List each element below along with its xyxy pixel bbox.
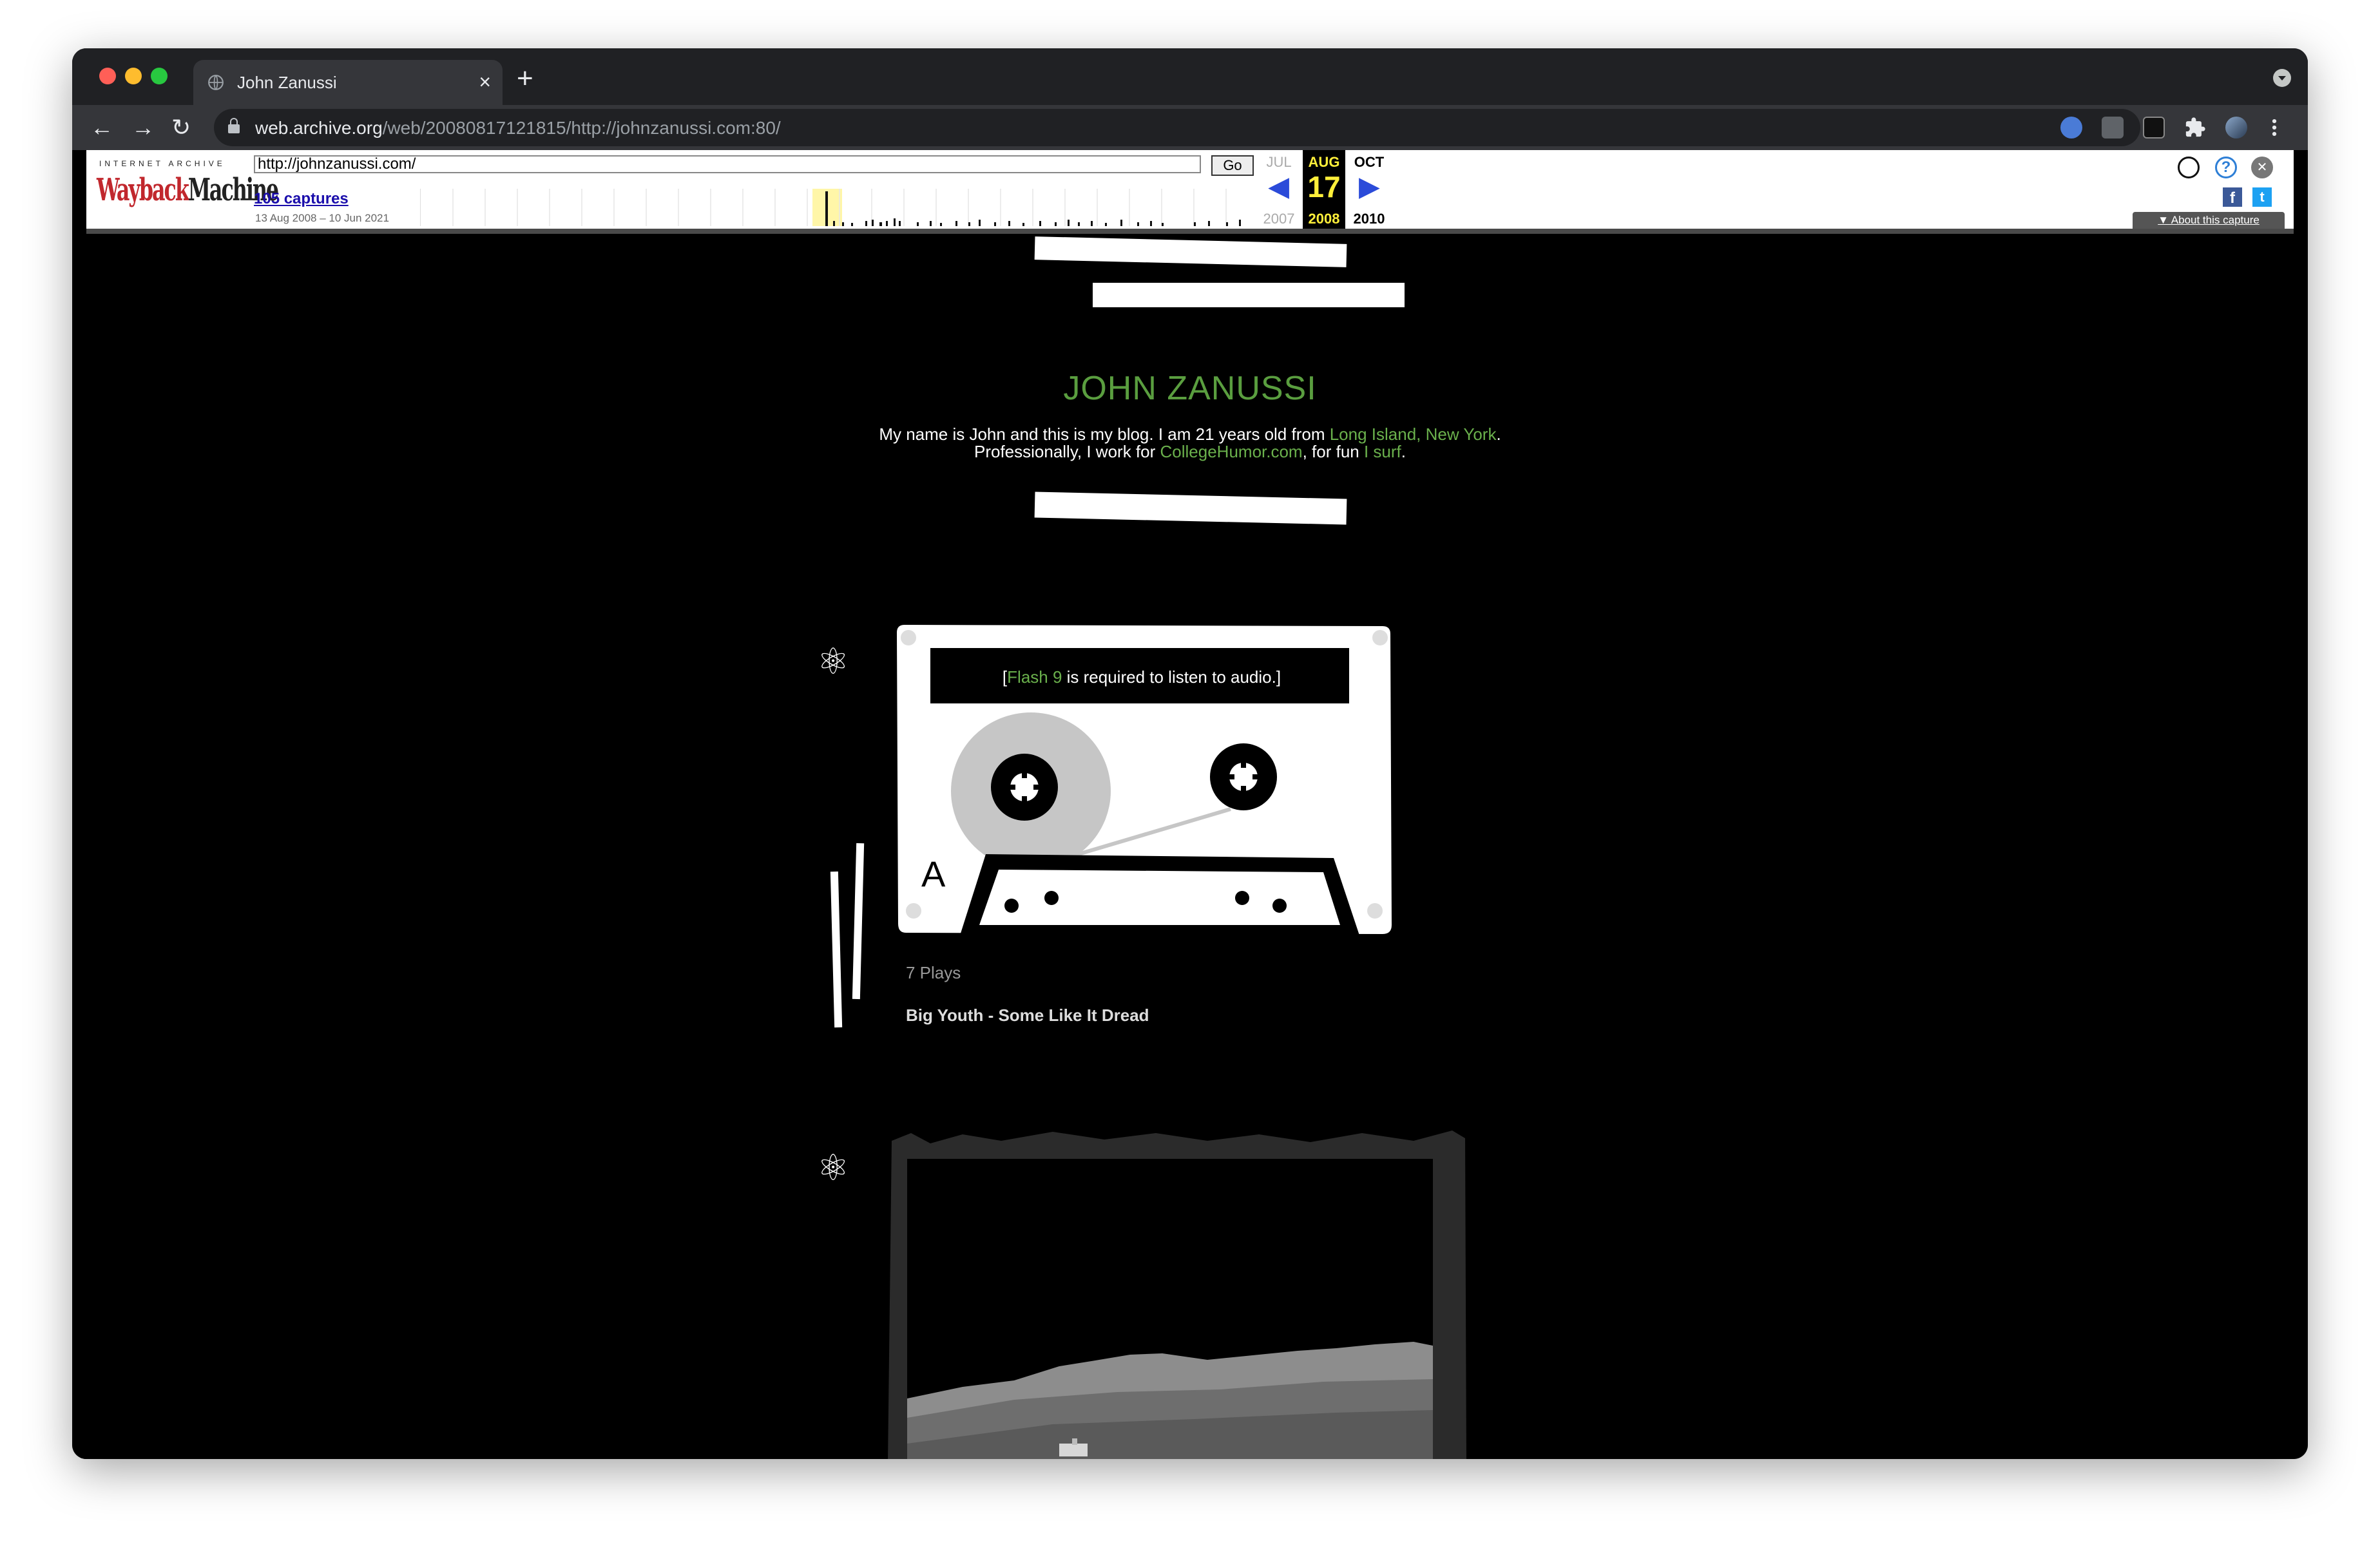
- extensions-puzzle-icon[interactable]: [2184, 117, 2206, 138]
- url-text: web.archive.org/web/20080817121815/http:…: [255, 118, 781, 138]
- photo-post[interactable]: [885, 1121, 1472, 1459]
- tab-close-icon[interactable]: ×: [479, 69, 491, 95]
- flash-link[interactable]: Flash 9: [1007, 667, 1062, 687]
- wayback-actions: ? ✕ f t ▼ About this capture: [2133, 150, 2287, 229]
- profile-avatar[interactable]: [2225, 117, 2247, 138]
- twitter-icon[interactable]: t: [2252, 187, 2272, 207]
- prev-month-column[interactable]: JUL ◀ 2007: [1258, 150, 1300, 229]
- current-day: 17: [1307, 170, 1341, 204]
- long-island-link[interactable]: Long Island, New York: [1330, 425, 1497, 444]
- tab-search-button[interactable]: [2273, 69, 2291, 87]
- next-capture-arrow-icon: ▶: [1359, 173, 1379, 201]
- extension-reader-icon[interactable]: [2102, 117, 2124, 138]
- blog-intro: My name is John and this is my blog. I a…: [879, 425, 1501, 461]
- month-navigator: JUL ◀ 2007 AUG 17 2008 OCT ▶ 2010: [1258, 150, 1399, 229]
- header-strip-2: [1093, 283, 1405, 307]
- side-label: A: [921, 854, 946, 894]
- atom-icon: ⚛: [817, 1147, 850, 1188]
- lock-icon: [228, 118, 240, 133]
- header-strip-3: [1034, 491, 1347, 525]
- capture-date-range: 13 Aug 2008 – 10 Jun 2021: [255, 212, 389, 224]
- collegehumor-link[interactable]: CollegeHumor.com: [1160, 442, 1303, 461]
- blog-title[interactable]: JOHN ZANUSSI: [72, 369, 2308, 408]
- forward-button[interactable]: →: [131, 111, 155, 144]
- browser-menu-icon[interactable]: [2270, 117, 2278, 138]
- back-button[interactable]: ←: [90, 111, 113, 144]
- wayback-logo[interactable]: WaybackMachine: [97, 172, 279, 208]
- post-strip-b: [852, 843, 865, 1000]
- play-count: 7 Plays: [906, 963, 961, 982]
- captures-link[interactable]: 105 captures: [254, 190, 349, 208]
- wayback-logo-caption: INTERNET ARCHIVE: [99, 159, 226, 168]
- reload-button[interactable]: ↻: [171, 111, 191, 144]
- blog-page: JOHN ZANUSSI My name is John and this is…: [72, 234, 2308, 1459]
- close-window-button[interactable]: [99, 68, 116, 84]
- browser-toolbar: ← → ↻ web.archive.org/web/20080817121815…: [72, 105, 2308, 150]
- maximize-window-button[interactable]: [151, 68, 168, 84]
- current-month-column: AUG 17 2008: [1303, 150, 1345, 229]
- wayback-go-button[interactable]: Go: [1211, 155, 1254, 176]
- help-icon[interactable]: ?: [2215, 157, 2237, 178]
- i-surf-link[interactable]: I surf: [1364, 442, 1401, 461]
- song-title[interactable]: Big Youth - Some Like It Dread: [906, 1006, 1149, 1026]
- cassette-player[interactable]: A [Flash 9 is required to listen to audi…: [896, 622, 1393, 935]
- browser-window: John Zanussi × + ← → ↻ web.archive.org/w…: [72, 48, 2308, 1459]
- atom-icon: ⚛: [817, 641, 850, 682]
- tab-bar: John Zanussi × +: [72, 48, 2308, 105]
- header-strip-1: [1034, 236, 1347, 267]
- wayback-toolbar: INTERNET ARCHIVE WaybackMachine http://j…: [86, 150, 2294, 234]
- next-month-column[interactable]: OCT ▶ 2010: [1348, 150, 1390, 229]
- tab-title: John Zanussi: [237, 73, 337, 92]
- close-toolbar-icon[interactable]: ✕: [2251, 157, 2273, 178]
- capture-sparkline[interactable]: [420, 189, 1253, 226]
- new-tab-button[interactable]: +: [517, 62, 533, 95]
- globe-icon: [208, 75, 224, 90]
- flash-notice: [Flash 9 is required to listen to audio.…: [1003, 667, 1281, 687]
- account-icon[interactable]: [2178, 157, 2200, 178]
- about-capture-button[interactable]: ▼ About this capture: [2133, 212, 2285, 229]
- minimize-window-button[interactable]: [125, 68, 142, 84]
- prev-capture-arrow-icon: ◀: [1269, 173, 1289, 201]
- extension-c-icon[interactable]: [2060, 117, 2082, 138]
- extension-f-icon[interactable]: [2143, 117, 2165, 138]
- facebook-icon[interactable]: f: [2223, 187, 2242, 207]
- tab-john-zanussi[interactable]: John Zanussi ×: [193, 60, 503, 105]
- post-strip-a: [830, 871, 843, 1028]
- wayback-url-input[interactable]: http://johnzanussi.com/: [254, 155, 1201, 173]
- address-bar[interactable]: web.archive.org/web/20080817121815/http:…: [214, 109, 2140, 146]
